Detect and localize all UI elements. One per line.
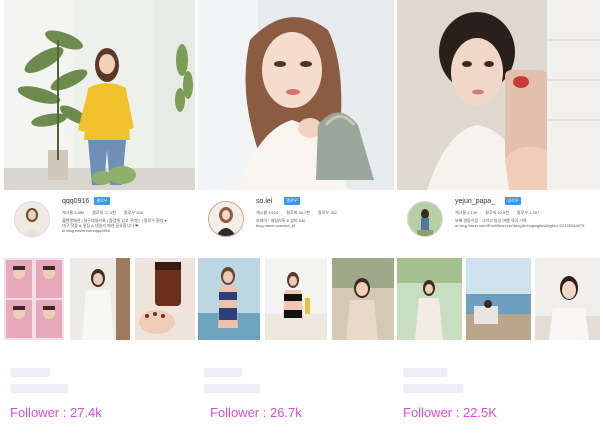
follower-count-label: Follower : 27.4k bbox=[10, 405, 102, 420]
avatar[interactable] bbox=[407, 201, 443, 237]
caption-placeholder bbox=[10, 368, 50, 377]
profile-bio: 헬렌앤패션 | 대구데일리룩 | 즐겁게 입고 꾸미는 | 팔로우 환영 ♥ 대… bbox=[62, 218, 167, 233]
post-count: 게시물 2,139 bbox=[455, 210, 478, 215]
follow-button[interactable]: 팔로우 bbox=[94, 197, 110, 205]
profile-stats: 게시물 1,624 팔로워 26.7천 팔로우 282 bbox=[256, 210, 344, 216]
post-count: 게시물 1,624 bbox=[256, 210, 279, 215]
follower-count[interactable]: 팔로워 26.7천 bbox=[286, 210, 310, 215]
hero-photo-2 bbox=[198, 0, 394, 190]
username[interactable]: so.lei bbox=[256, 198, 272, 205]
hero-photo-1 bbox=[4, 0, 195, 190]
follower-count-label: Follower : 26.7k bbox=[210, 405, 302, 420]
follower-count[interactable]: 팔로워 27.4천 bbox=[92, 210, 116, 215]
influencer-card-3: yejun_papa_ 팔로우 게시물 2,139 팔로워 22.5천 팔로우 … bbox=[397, 0, 600, 442]
follower-count[interactable]: 팔로워 22.5천 bbox=[485, 210, 509, 215]
post-thumbnail[interactable] bbox=[198, 258, 260, 340]
influencer-card-1: qqq0916 팔로우 게시물 3,884 팔로워 27.4천 팔로우 308 … bbox=[4, 0, 195, 442]
post-thumbnail[interactable] bbox=[466, 258, 531, 340]
bio-link[interactable]: m.blog.naver.com/PostView.nhn?blogId=huj… bbox=[455, 223, 584, 228]
avatar[interactable] bbox=[14, 201, 50, 237]
hero-photo-3 bbox=[397, 0, 600, 190]
post-thumbnail[interactable] bbox=[397, 258, 462, 340]
following-count[interactable]: 팔로우 282 bbox=[318, 210, 337, 215]
post-thumbnail[interactable] bbox=[70, 258, 130, 340]
profile-header-3: yejun_papa_ 팔로우 게시물 2,139 팔로워 22.5천 팔로우 … bbox=[397, 190, 600, 256]
post-grid-2 bbox=[198, 258, 394, 340]
post-grid-1 bbox=[4, 258, 195, 340]
influencer-card-2: so.lei 팔로우 게시물 1,624 팔로워 26.7천 팔로우 282 쏘… bbox=[198, 0, 394, 442]
post-thumbnail[interactable] bbox=[332, 258, 394, 340]
follow-button[interactable]: 팔로우 bbox=[505, 197, 521, 205]
following-count[interactable]: 팔로우 308 bbox=[124, 210, 143, 215]
following-count[interactable]: 팔로우 1,057 bbox=[517, 210, 539, 215]
username[interactable]: yejun_papa_ bbox=[455, 198, 495, 205]
username[interactable]: qqq0916 bbox=[62, 198, 89, 205]
post-thumbnail[interactable] bbox=[4, 258, 64, 340]
post-thumbnail[interactable] bbox=[265, 258, 327, 340]
bio-link[interactable]: m.blog.naver.com/qqq0916 bbox=[62, 228, 167, 233]
caption-placeholder bbox=[403, 384, 463, 393]
profile-stats: 게시물 2,139 팔로워 22.5천 팔로우 1,057 bbox=[455, 210, 546, 216]
caption-placeholder bbox=[403, 368, 447, 377]
profile-stats: 게시물 3,884 팔로워 27.4천 팔로우 308 bbox=[62, 210, 150, 216]
profile-header-1: qqq0916 팔로우 게시물 3,884 팔로워 27.4천 팔로우 308 … bbox=[4, 190, 195, 256]
profile-bio: 쏘레이 · 데일리룩 & 뷰티 DM blog.naver.com/sol_ei bbox=[256, 218, 305, 228]
post-thumbnail[interactable] bbox=[135, 258, 195, 340]
profile-bio: 보배 쌍둥이맘 · 그리고 일상 여행 육아 기록 m.blog.naver.c… bbox=[455, 218, 584, 228]
post-grid-3 bbox=[397, 258, 600, 340]
profile-header-2: so.lei 팔로우 게시물 1,624 팔로워 26.7천 팔로우 282 쏘… bbox=[198, 190, 394, 256]
post-thumbnail[interactable] bbox=[535, 258, 600, 340]
caption-placeholder bbox=[204, 384, 260, 393]
follower-count-label: Follower : 22.5K bbox=[403, 405, 497, 420]
follow-button[interactable]: 팔로우 bbox=[284, 197, 300, 205]
avatar[interactable] bbox=[208, 201, 244, 237]
caption-placeholder bbox=[204, 368, 242, 377]
post-count: 게시물 3,884 bbox=[62, 210, 85, 215]
bio-link[interactable]: blog.naver.com/sol_ei bbox=[256, 223, 305, 228]
caption-placeholder bbox=[10, 384, 68, 393]
